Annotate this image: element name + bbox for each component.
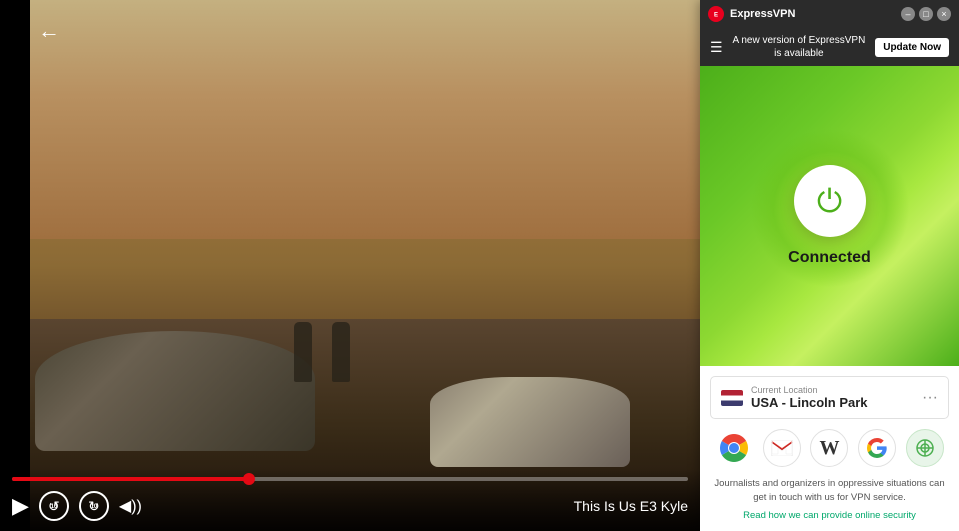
progress-bar[interactable] xyxy=(12,477,688,481)
power-icon: ⏻ xyxy=(817,185,842,217)
location-label: Current Location xyxy=(751,385,922,395)
expressvpn-logo: E xyxy=(708,6,724,22)
window-controls: – □ × xyxy=(901,7,951,21)
figure-1 xyxy=(294,322,312,382)
progress-dot xyxy=(243,473,255,485)
app-shortcuts-row: W xyxy=(710,429,949,467)
gmail-shortcut[interactable] xyxy=(763,429,801,467)
svg-text:E: E xyxy=(714,13,718,19)
rewind-button[interactable]: ↺ 10 xyxy=(39,491,69,521)
connected-area: ⏻ Connected xyxy=(700,66,959,366)
minimize-button[interactable]: – xyxy=(901,7,915,21)
figure-2 xyxy=(332,322,350,382)
volume-button[interactable]: ◀)) xyxy=(119,496,142,516)
play-button[interactable]: ▶ xyxy=(12,493,29,519)
controls-bar: ▶ ↺ 10 ↻ 10 ◀)) This Is Us E3 Kyle xyxy=(0,469,700,531)
update-now-button[interactable]: Update Now xyxy=(875,38,949,57)
progress-fill xyxy=(12,477,249,481)
hamburger-icon[interactable]: ☰ xyxy=(710,39,723,56)
update-banner: ☰ A new version of ExpressVPN is availab… xyxy=(700,28,959,66)
connected-status: Connected xyxy=(788,249,871,267)
location-name: USA - Lincoln Park xyxy=(751,395,922,410)
video-title: This Is Us E3 Kyle xyxy=(574,498,688,514)
update-message: A new version of ExpressVPN is available xyxy=(731,34,868,60)
wikipedia-shortcut[interactable]: W xyxy=(810,429,848,467)
vpn-titlebar: E ExpressVPN – □ × xyxy=(700,0,959,28)
controls-row: ▶ ↺ 10 ↻ 10 ◀)) This Is Us E3 Kyle xyxy=(12,491,688,521)
maximize-button[interactable]: □ xyxy=(919,7,933,21)
vpn-title: ExpressVPN xyxy=(730,8,895,20)
google-icon xyxy=(866,437,888,459)
generic-icon xyxy=(915,438,935,458)
close-button[interactable]: × xyxy=(937,7,951,21)
vpn-security-link[interactable]: Read how we can provide online security xyxy=(710,510,949,521)
power-button[interactable]: ⏻ xyxy=(794,165,866,237)
usa-flag-icon xyxy=(721,390,743,406)
location-info: Current Location USA - Lincoln Park xyxy=(751,385,922,410)
wikipedia-icon: W xyxy=(819,437,839,460)
location-menu-icon[interactable]: ··· xyxy=(922,389,938,407)
car-left xyxy=(35,331,315,451)
gmail-icon xyxy=(771,440,793,456)
car-right xyxy=(430,377,630,467)
chrome-shortcut[interactable] xyxy=(715,429,753,467)
generic-shortcut[interactable] xyxy=(906,429,944,467)
figures xyxy=(294,322,350,382)
forward-button[interactable]: ↻ 10 xyxy=(79,491,109,521)
vpn-bottom-section: Current Location USA - Lincoln Park ··· xyxy=(700,366,959,531)
side-bar-left xyxy=(0,0,30,531)
sky xyxy=(0,0,700,239)
back-button[interactable]: ← xyxy=(38,18,60,44)
location-selector[interactable]: Current Location USA - Lincoln Park ··· xyxy=(710,376,949,419)
vpn-info-text: Journalists and organizers in oppressive… xyxy=(710,477,949,504)
chrome-icon xyxy=(715,429,753,467)
video-background xyxy=(0,0,700,531)
google-shortcut[interactable] xyxy=(858,429,896,467)
vpn-panel: E ExpressVPN – □ × ☰ A new version of Ex… xyxy=(700,0,959,531)
video-player: ← ▶ ↺ 10 ↻ 10 ◀)) This Is Us E3 Kyle xyxy=(0,0,700,531)
